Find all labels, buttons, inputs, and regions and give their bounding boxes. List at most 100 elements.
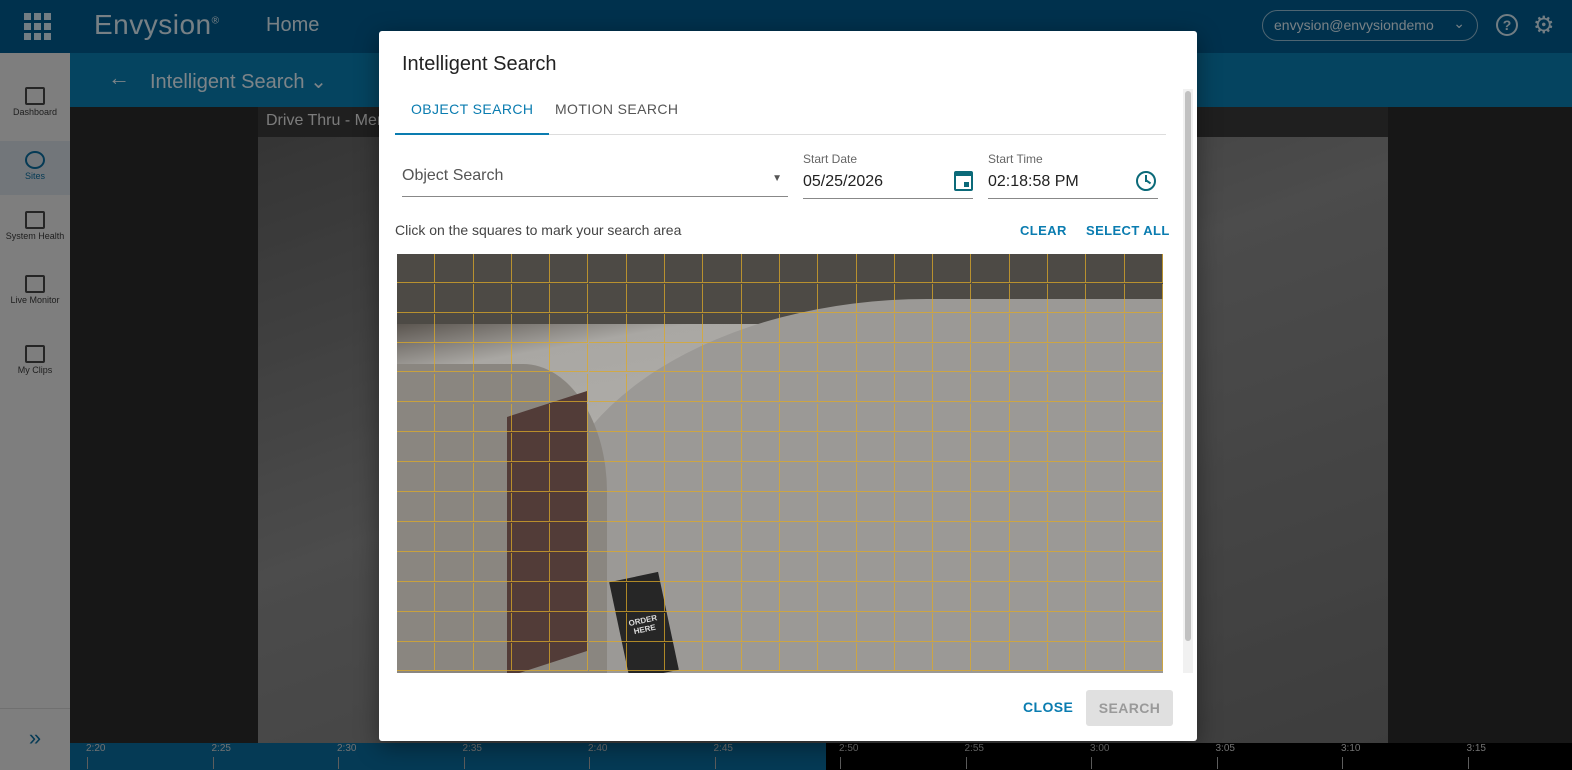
search-grid-cell[interactable]	[511, 433, 551, 463]
search-grid-cell[interactable]	[780, 283, 819, 313]
search-grid-cell[interactable]	[473, 343, 512, 373]
search-grid-cell[interactable]	[1124, 283, 1163, 313]
search-grid-cell[interactable]	[1086, 433, 1125, 463]
search-grid-cell[interactable]	[665, 493, 704, 522]
search-grid-cell[interactable]	[626, 254, 666, 283]
search-grid-cell[interactable]	[435, 343, 474, 373]
search-grid-cell[interactable]	[741, 254, 780, 283]
search-grid-cell[interactable]	[971, 582, 1010, 612]
search-grid-cell[interactable]	[473, 463, 512, 493]
search-grid-cell[interactable]	[933, 553, 972, 582]
search-grid-cell[interactable]	[856, 493, 895, 522]
search-grid-cell[interactable]	[626, 463, 666, 493]
search-grid-cell[interactable]	[511, 463, 551, 493]
search-grid-cell[interactable]	[780, 612, 819, 642]
dialog-scrollbar[interactable]	[1183, 89, 1193, 673]
search-grid-cell[interactable]	[435, 493, 474, 522]
search-grid-cell[interactable]	[971, 642, 1010, 672]
search-grid-cell[interactable]	[1009, 313, 1049, 343]
search-grid-cell[interactable]	[550, 463, 589, 493]
search-grid-cell[interactable]	[971, 553, 1010, 582]
search-grid-cell[interactable]	[397, 612, 436, 642]
search-grid-cell[interactable]	[626, 403, 666, 433]
search-grid-cell[interactable]	[588, 493, 627, 522]
search-grid-cell[interactable]	[588, 343, 627, 373]
search-grid-cell[interactable]	[703, 523, 742, 552]
search-grid-cell[interactable]	[397, 283, 436, 313]
search-grid-cell[interactable]	[894, 582, 934, 612]
search-grid-cell[interactable]	[1124, 403, 1163, 433]
search-grid-cell[interactable]	[703, 553, 742, 582]
search-grid-cell[interactable]	[1009, 254, 1049, 283]
search-grid-cell[interactable]	[971, 433, 1010, 463]
search-grid-cell[interactable]	[473, 612, 512, 642]
search-grid-cell[interactable]	[550, 403, 589, 433]
search-grid-cell[interactable]	[894, 612, 934, 642]
search-grid-cell[interactable]	[1009, 283, 1049, 313]
search-grid-cell[interactable]	[1009, 612, 1049, 642]
search-grid-cell[interactable]	[665, 343, 704, 373]
search-grid-cell[interactable]	[894, 642, 934, 672]
search-grid-cell[interactable]	[550, 343, 589, 373]
object-search-select[interactable]: Object Search ▼	[402, 167, 788, 197]
search-grid-cell[interactable]	[856, 254, 895, 283]
search-grid-cell[interactable]	[703, 612, 742, 642]
search-grid-cell[interactable]	[894, 313, 934, 343]
search-grid-cell[interactable]	[971, 523, 1010, 552]
search-grid-cell[interactable]	[1009, 582, 1049, 612]
search-grid-cell[interactable]	[550, 313, 589, 343]
search-grid-cell[interactable]	[933, 493, 972, 522]
search-grid-cell[interactable]	[703, 433, 742, 463]
search-grid-cell[interactable]	[818, 254, 857, 283]
clear-button[interactable]: CLEAR	[1020, 223, 1067, 238]
search-grid-cell[interactable]	[626, 523, 666, 552]
search-grid-cell[interactable]	[1124, 433, 1163, 463]
search-grid-cell[interactable]	[1086, 373, 1125, 403]
search-grid-cell[interactable]	[1048, 254, 1087, 283]
search-grid-cell[interactable]	[933, 463, 972, 493]
search-grid-cell[interactable]	[1086, 642, 1125, 672]
search-grid-cell[interactable]	[741, 373, 780, 403]
search-grid-cell[interactable]	[435, 254, 474, 283]
search-grid-cell[interactable]	[435, 642, 474, 672]
search-grid-cell[interactable]	[741, 523, 780, 552]
search-grid-cell[interactable]	[894, 493, 934, 522]
search-grid-cell[interactable]	[1009, 463, 1049, 493]
search-grid-cell[interactable]	[550, 612, 589, 642]
search-grid-cell[interactable]	[856, 343, 895, 373]
search-grid-cell[interactable]	[435, 283, 474, 313]
search-grid-cell[interactable]	[626, 283, 666, 313]
tab-object-search[interactable]: OBJECT SEARCH	[395, 101, 550, 135]
search-grid-cell[interactable]	[780, 433, 819, 463]
search-grid-cell[interactable]	[780, 313, 819, 343]
search-grid-cell[interactable]	[626, 313, 666, 343]
search-grid-cell[interactable]	[856, 582, 895, 612]
search-grid-cell[interactable]	[511, 523, 551, 552]
search-grid-cell[interactable]	[435, 433, 474, 463]
search-grid-cell[interactable]	[894, 433, 934, 463]
search-grid-cell[interactable]	[665, 373, 704, 403]
search-grid-cell[interactable]	[818, 463, 857, 493]
search-grid-cell[interactable]	[856, 553, 895, 582]
search-grid-cell[interactable]	[780, 582, 819, 612]
search-grid-cell[interactable]	[1009, 343, 1049, 373]
search-grid-cell[interactable]	[1124, 373, 1163, 403]
search-grid-cell[interactable]	[665, 612, 704, 642]
search-grid-cell[interactable]	[626, 493, 666, 522]
search-grid-cell[interactable]	[933, 373, 972, 403]
search-grid-cell[interactable]	[626, 433, 666, 463]
search-grid-cell[interactable]	[665, 642, 704, 672]
search-grid-cell[interactable]	[397, 343, 436, 373]
search-grid-cell[interactable]	[741, 553, 780, 582]
search-grid-cell[interactable]	[511, 373, 551, 403]
search-grid-cell[interactable]	[856, 283, 895, 313]
search-grid-cell[interactable]	[588, 582, 627, 612]
search-grid-cell[interactable]	[1124, 523, 1163, 552]
search-grid-cell[interactable]	[588, 463, 627, 493]
search-grid-cell[interactable]	[435, 612, 474, 642]
search-grid-cell[interactable]	[894, 283, 934, 313]
search-grid-cell[interactable]	[665, 523, 704, 552]
search-grid-cell[interactable]	[933, 523, 972, 552]
search-grid-cell[interactable]	[588, 612, 627, 642]
search-grid-cell[interactable]	[588, 523, 627, 552]
